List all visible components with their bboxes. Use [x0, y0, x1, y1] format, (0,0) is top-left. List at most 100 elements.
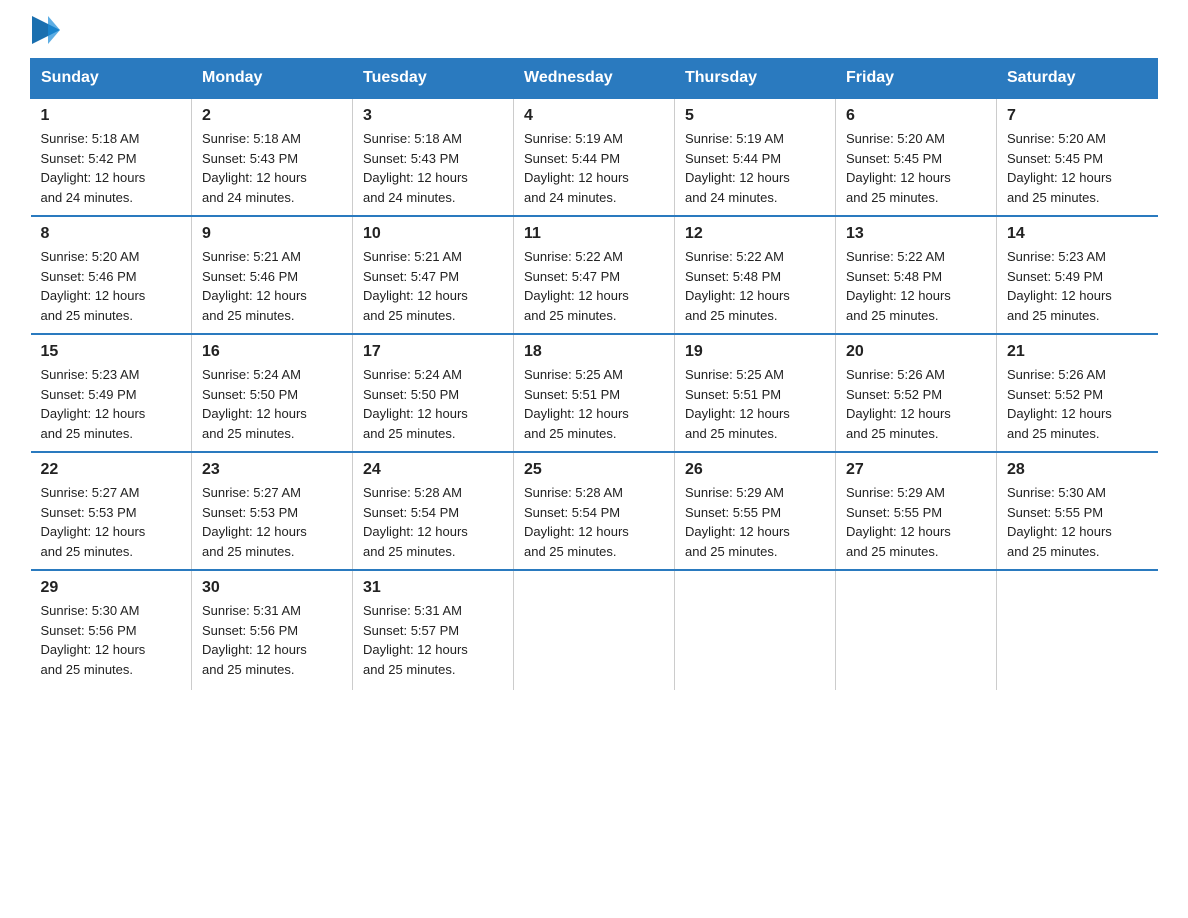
- calendar-cell: 6 Sunrise: 5:20 AMSunset: 5:45 PMDaylight…: [836, 98, 997, 216]
- day-info: Sunrise: 5:18 AMSunset: 5:43 PMDaylight:…: [202, 129, 342, 207]
- day-number: 21: [1007, 343, 1148, 361]
- day-number: 12: [685, 225, 825, 243]
- day-header-monday: Monday: [192, 59, 353, 99]
- calendar-cell: [514, 570, 675, 690]
- calendar-cell: 24 Sunrise: 5:28 AMSunset: 5:54 PMDayligh…: [353, 452, 514, 570]
- day-info: Sunrise: 5:22 AMSunset: 5:48 PMDaylight:…: [685, 247, 825, 325]
- day-info: Sunrise: 5:28 AMSunset: 5:54 PMDaylight:…: [363, 483, 503, 561]
- logo-icon: [32, 16, 60, 44]
- calendar-cell: 30 Sunrise: 5:31 AMSunset: 5:56 PMDayligh…: [192, 570, 353, 690]
- day-info: Sunrise: 5:28 AMSunset: 5:54 PMDaylight:…: [524, 483, 664, 561]
- day-number: 19: [685, 343, 825, 361]
- day-info: Sunrise: 5:23 AMSunset: 5:49 PMDaylight:…: [1007, 247, 1148, 325]
- calendar-table: SundayMondayTuesdayWednesdayThursdayFrid…: [30, 58, 1158, 690]
- calendar-cell: 1Sunrise: 5:18 AMSunset: 5:42 PMDaylight…: [31, 98, 192, 216]
- calendar-cell: 29 Sunrise: 5:30 AMSunset: 5:56 PMDayligh…: [31, 570, 192, 690]
- day-info: Sunrise: 5:21 AMSunset: 5:46 PMDaylight:…: [202, 247, 342, 325]
- day-info: Sunrise: 5:26 AMSunset: 5:52 PMDaylight:…: [846, 365, 986, 443]
- day-number: 27: [846, 461, 986, 479]
- day-info: Sunrise: 5:31 AMSunset: 5:57 PMDaylight:…: [363, 601, 503, 679]
- calendar-week-1: 1Sunrise: 5:18 AMSunset: 5:42 PMDaylight…: [31, 98, 1158, 216]
- day-info: Sunrise: 5:21 AMSunset: 5:47 PMDaylight:…: [363, 247, 503, 325]
- day-info: Sunrise: 5:19 AMSunset: 5:44 PMDaylight:…: [685, 129, 825, 207]
- calendar-cell: 27 Sunrise: 5:29 AMSunset: 5:55 PMDayligh…: [836, 452, 997, 570]
- calendar-cell: 8Sunrise: 5:20 AMSunset: 5:46 PMDaylight…: [31, 216, 192, 334]
- calendar-cell: 25 Sunrise: 5:28 AMSunset: 5:54 PMDayligh…: [514, 452, 675, 570]
- day-info: Sunrise: 5:30 AMSunset: 5:55 PMDaylight:…: [1007, 483, 1148, 561]
- day-number: 23: [202, 461, 342, 479]
- day-info: Sunrise: 5:19 AMSunset: 5:44 PMDaylight:…: [524, 129, 664, 207]
- calendar-cell: 11Sunrise: 5:22 AMSunset: 5:47 PMDayligh…: [514, 216, 675, 334]
- day-number: 9: [202, 225, 342, 243]
- calendar-cell: [675, 570, 836, 690]
- day-info: Sunrise: 5:23 AMSunset: 5:49 PMDaylight:…: [41, 365, 182, 443]
- calendar-header: SundayMondayTuesdayWednesdayThursdayFrid…: [31, 59, 1158, 99]
- day-number: 7: [1007, 107, 1148, 125]
- calendar-cell: 20 Sunrise: 5:26 AMSunset: 5:52 PMDayligh…: [836, 334, 997, 452]
- day-header-friday: Friday: [836, 59, 997, 99]
- day-info: Sunrise: 5:24 AMSunset: 5:50 PMDaylight:…: [363, 365, 503, 443]
- day-number: 18: [524, 343, 664, 361]
- day-number: 26: [685, 461, 825, 479]
- day-info: Sunrise: 5:20 AMSunset: 5:45 PMDaylight:…: [846, 129, 986, 207]
- calendar-cell: 18 Sunrise: 5:25 AMSunset: 5:51 PMDayligh…: [514, 334, 675, 452]
- calendar-cell: [997, 570, 1158, 690]
- day-number: 16: [202, 343, 342, 361]
- day-header-thursday: Thursday: [675, 59, 836, 99]
- calendar-cell: 3 Sunrise: 5:18 AMSunset: 5:43 PMDaylight…: [353, 98, 514, 216]
- day-number: 4: [524, 107, 664, 125]
- calendar-cell: 10 Sunrise: 5:21 AMSunset: 5:47 PMDayligh…: [353, 216, 514, 334]
- day-info: Sunrise: 5:29 AMSunset: 5:55 PMDaylight:…: [846, 483, 986, 561]
- calendar-week-3: 15 Sunrise: 5:23 AMSunset: 5:49 PMDayligh…: [31, 334, 1158, 452]
- day-info: Sunrise: 5:22 AMSunset: 5:47 PMDaylight:…: [524, 247, 664, 325]
- calendar-cell: 7 Sunrise: 5:20 AMSunset: 5:45 PMDaylight…: [997, 98, 1158, 216]
- calendar-cell: 19Sunrise: 5:25 AMSunset: 5:51 PMDayligh…: [675, 334, 836, 452]
- calendar-cell: [836, 570, 997, 690]
- calendar-cell: 31 Sunrise: 5:31 AMSunset: 5:57 PMDayligh…: [353, 570, 514, 690]
- day-info: Sunrise: 5:27 AMSunset: 5:53 PMDaylight:…: [41, 483, 182, 561]
- day-number: 24: [363, 461, 503, 479]
- calendar-cell: 12 Sunrise: 5:22 AMSunset: 5:48 PMDayligh…: [675, 216, 836, 334]
- calendar-cell: 26 Sunrise: 5:29 AMSunset: 5:55 PMDayligh…: [675, 452, 836, 570]
- day-info: Sunrise: 5:25 AMSunset: 5:51 PMDaylight:…: [524, 365, 664, 443]
- day-number: 13: [846, 225, 986, 243]
- calendar-cell: 16Sunrise: 5:24 AMSunset: 5:50 PMDayligh…: [192, 334, 353, 452]
- day-info: Sunrise: 5:20 AMSunset: 5:45 PMDaylight:…: [1007, 129, 1148, 207]
- calendar-cell: 5Sunrise: 5:19 AMSunset: 5:44 PMDaylight…: [675, 98, 836, 216]
- day-info: Sunrise: 5:30 AMSunset: 5:56 PMDaylight:…: [41, 601, 182, 679]
- calendar-week-5: 29 Sunrise: 5:30 AMSunset: 5:56 PMDayligh…: [31, 570, 1158, 690]
- day-info: Sunrise: 5:29 AMSunset: 5:55 PMDaylight:…: [685, 483, 825, 561]
- day-number: 14: [1007, 225, 1148, 243]
- day-number: 8: [41, 225, 182, 243]
- day-header-sunday: Sunday: [31, 59, 192, 99]
- day-number: 3: [363, 107, 503, 125]
- calendar-cell: 17Sunrise: 5:24 AMSunset: 5:50 PMDayligh…: [353, 334, 514, 452]
- calendar-cell: 9 Sunrise: 5:21 AMSunset: 5:46 PMDaylight…: [192, 216, 353, 334]
- day-number: 28: [1007, 461, 1148, 479]
- calendar-cell: 14 Sunrise: 5:23 AMSunset: 5:49 PMDayligh…: [997, 216, 1158, 334]
- logo: [30, 24, 60, 40]
- day-number: 22: [41, 461, 182, 479]
- day-info: Sunrise: 5:22 AMSunset: 5:48 PMDaylight:…: [846, 247, 986, 325]
- calendar-week-2: 8Sunrise: 5:20 AMSunset: 5:46 PMDaylight…: [31, 216, 1158, 334]
- day-header-saturday: Saturday: [997, 59, 1158, 99]
- day-number: 2: [202, 107, 342, 125]
- day-number: 31: [363, 579, 503, 597]
- day-number: 15: [41, 343, 182, 361]
- day-number: 10: [363, 225, 503, 243]
- calendar-cell: 21 Sunrise: 5:26 AMSunset: 5:52 PMDayligh…: [997, 334, 1158, 452]
- day-info: Sunrise: 5:18 AMSunset: 5:43 PMDaylight:…: [363, 129, 503, 207]
- calendar-body: 1Sunrise: 5:18 AMSunset: 5:42 PMDaylight…: [31, 98, 1158, 690]
- day-number: 30: [202, 579, 342, 597]
- day-info: Sunrise: 5:27 AMSunset: 5:53 PMDaylight:…: [202, 483, 342, 561]
- day-number: 6: [846, 107, 986, 125]
- calendar-cell: 2 Sunrise: 5:18 AMSunset: 5:43 PMDaylight…: [192, 98, 353, 216]
- day-header-wednesday: Wednesday: [514, 59, 675, 99]
- day-number: 29: [41, 579, 182, 597]
- calendar-cell: 23 Sunrise: 5:27 AMSunset: 5:53 PMDayligh…: [192, 452, 353, 570]
- day-number: 25: [524, 461, 664, 479]
- day-info: Sunrise: 5:31 AMSunset: 5:56 PMDaylight:…: [202, 601, 342, 679]
- day-info: Sunrise: 5:18 AMSunset: 5:42 PMDaylight:…: [41, 129, 182, 207]
- day-info: Sunrise: 5:26 AMSunset: 5:52 PMDaylight:…: [1007, 365, 1148, 443]
- day-number: 20: [846, 343, 986, 361]
